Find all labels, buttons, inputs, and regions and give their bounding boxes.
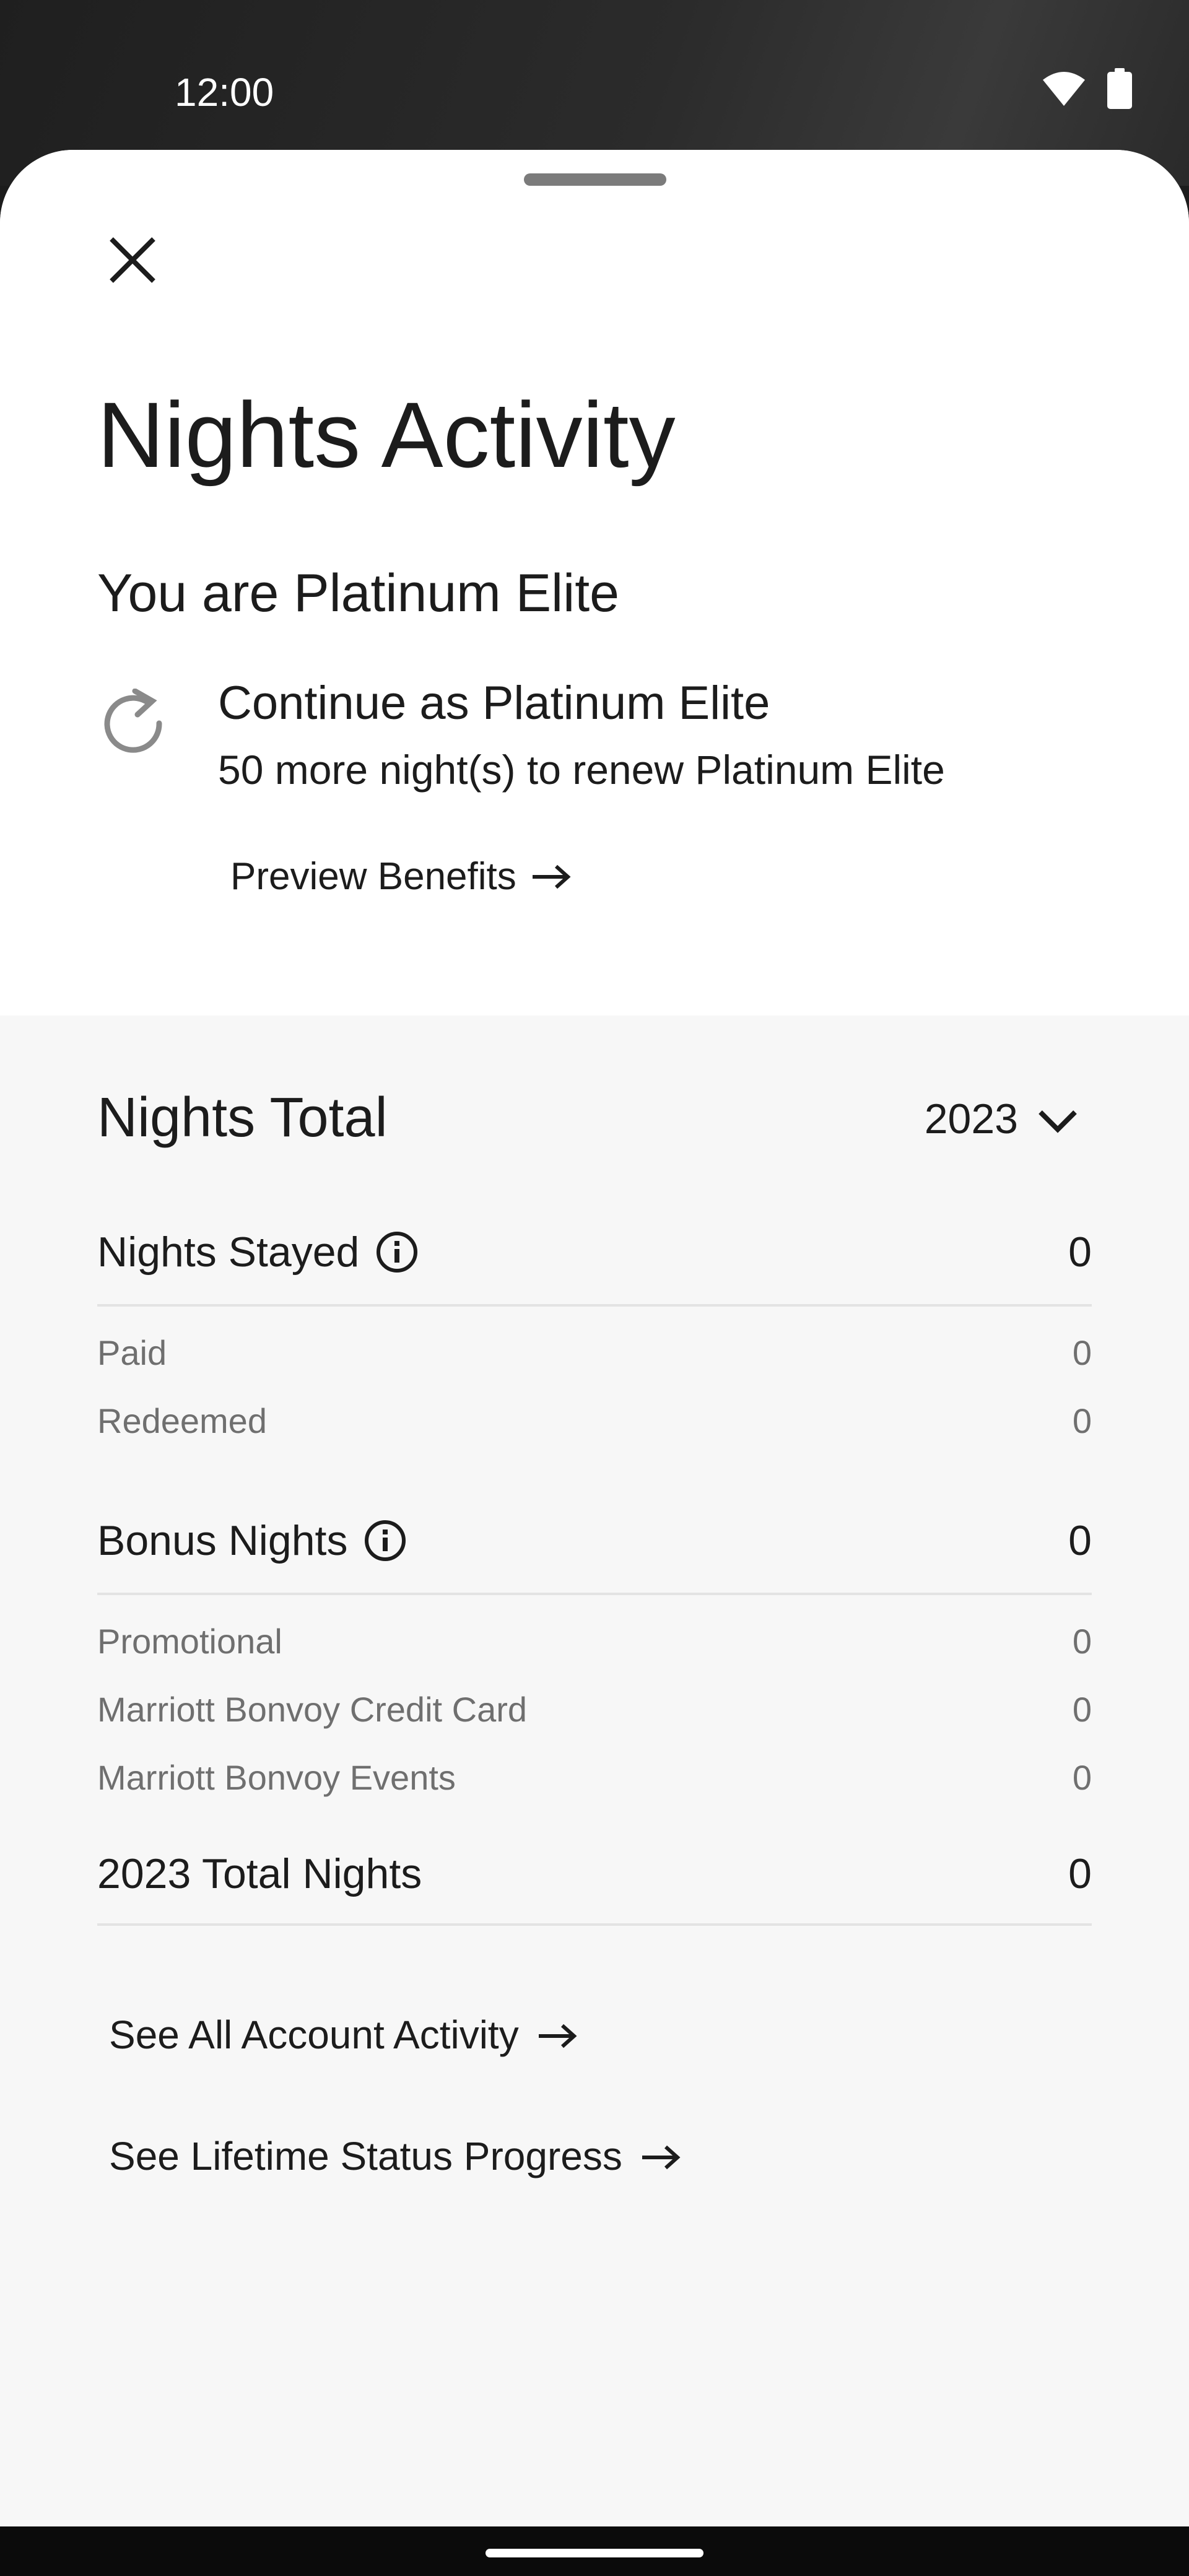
- nights-activity-sheet: Nights Activity You are Platinum Elite C…: [0, 150, 1189, 2526]
- list-item-label: Redeemed: [97, 1401, 267, 1440]
- arrow-right-icon: [641, 2131, 681, 2181]
- total-nights-row: 2023 Total Nights 0: [97, 1843, 1092, 1905]
- list-item: Redeemed 0: [97, 1396, 1092, 1445]
- bonus-nights-value: 0: [1068, 1517, 1092, 1564]
- wifi-icon: [1042, 70, 1086, 110]
- account-activity-label: See All Account Activity: [109, 2012, 519, 2057]
- year-dropdown-value: 2023: [924, 1095, 1018, 1142]
- list-item: Paid 0: [97, 1328, 1092, 1377]
- status-time: 12:00: [175, 70, 274, 115]
- account-activity-link[interactable]: See All Account Activity: [109, 2010, 577, 2060]
- battery-icon: [1107, 68, 1132, 112]
- list-item-label: Promotional: [97, 1621, 282, 1661]
- nights-stayed-label: Nights Stayed: [97, 1229, 360, 1276]
- close-button[interactable]: [99, 228, 166, 295]
- list-item-value: 0: [1072, 1689, 1092, 1729]
- bonus-nights-row: Bonus Nights 0: [97, 1510, 1092, 1572]
- arrow-right-icon: [538, 2010, 577, 2060]
- lifetime-status-label: See Lifetime Status Progress: [109, 2134, 622, 2178]
- list-item-value: 0: [1072, 1401, 1092, 1440]
- chevron-down-icon: [1038, 1091, 1078, 1147]
- list-item-value: 0: [1072, 1757, 1092, 1797]
- divider: [97, 1304, 1092, 1307]
- list-item-label: Marriott Bonvoy Credit Card: [97, 1689, 528, 1729]
- nights-stayed-value: 0: [1068, 1229, 1092, 1276]
- list-item-value: 0: [1072, 1333, 1092, 1372]
- close-icon: [108, 235, 157, 288]
- renewal-subtitle: 50 more night(s) to renew Platinum Elite: [218, 747, 945, 793]
- nights-total-title: Nights Total: [97, 1087, 388, 1149]
- preview-benefits-link[interactable]: Preview Benefits: [230, 852, 571, 902]
- info-icon[interactable]: [364, 1519, 407, 1562]
- list-item: Marriott Bonvoy Events 0: [97, 1752, 1092, 1802]
- list-item-label: Marriott Bonvoy Events: [97, 1757, 456, 1797]
- year-dropdown[interactable]: 2023: [925, 1091, 1078, 1147]
- list-item: Marriott Bonvoy Credit Card 0: [97, 1684, 1092, 1734]
- total-nights-value: 0: [1068, 1850, 1092, 1897]
- preview-benefits-label: Preview Benefits: [230, 855, 516, 898]
- list-item-value: 0: [1072, 1621, 1092, 1661]
- renewal-title: Continue as Platinum Elite: [218, 677, 770, 729]
- arrow-right-icon: [531, 852, 571, 902]
- home-gesture-handle[interactable]: [486, 2549, 703, 2557]
- list-item: Promotional 0: [97, 1616, 1092, 1666]
- refresh-icon: [99, 688, 167, 757]
- list-item-label: Paid: [97, 1333, 167, 1372]
- page-title: Nights Activity: [97, 383, 676, 487]
- info-icon[interactable]: [375, 1230, 419, 1274]
- divider: [97, 1923, 1092, 1926]
- divider: [97, 1593, 1092, 1595]
- status-icons: [1042, 68, 1132, 112]
- lifetime-status-link[interactable]: See Lifetime Status Progress: [109, 2131, 681, 2181]
- nights-stayed-row: Nights Stayed 0: [97, 1221, 1092, 1283]
- tier-heading: You are Platinum Elite: [97, 564, 619, 623]
- drag-handle[interactable]: [524, 173, 666, 186]
- total-nights-label: 2023 Total Nights: [97, 1850, 422, 1897]
- bonus-nights-label: Bonus Nights: [97, 1517, 348, 1564]
